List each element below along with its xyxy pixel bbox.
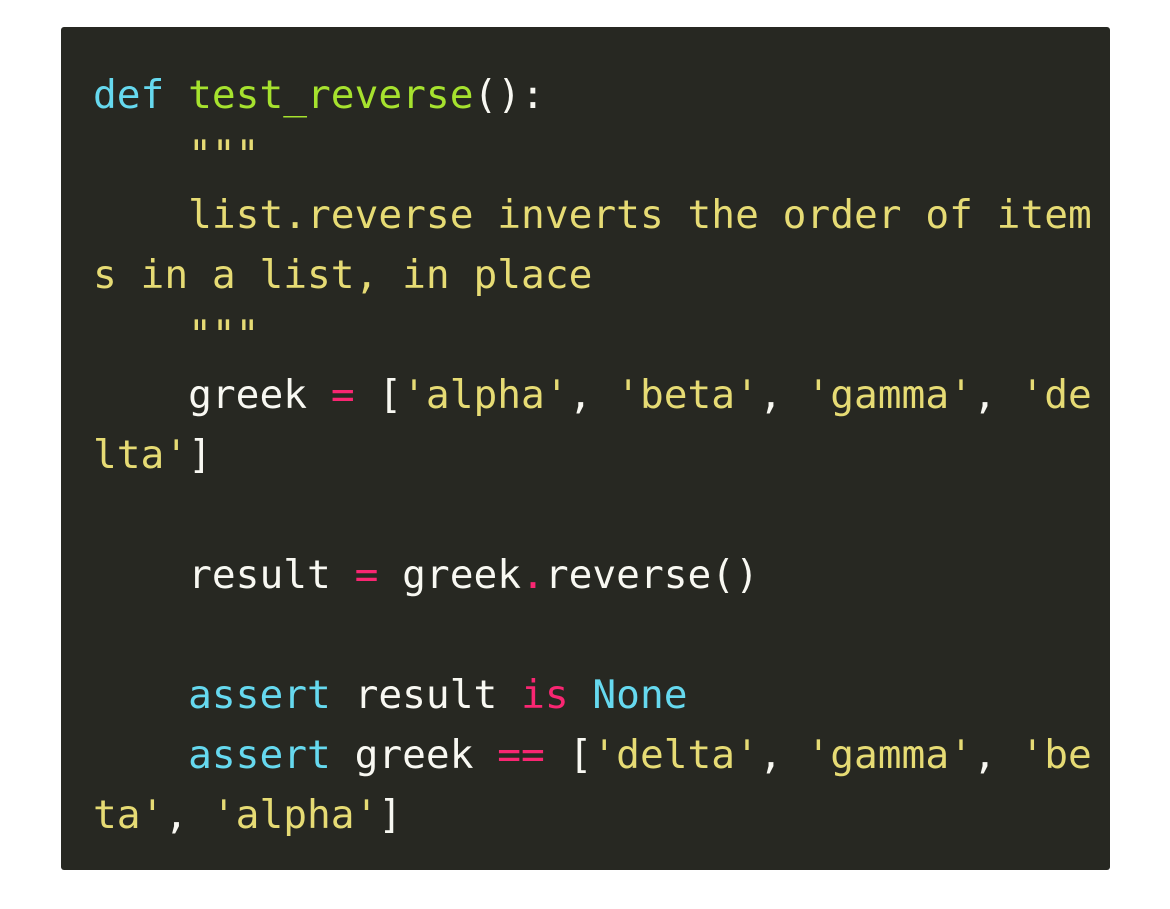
code-token: 'alpha' <box>211 792 379 838</box>
code-token: 'delta' <box>592 732 759 778</box>
code-token: , <box>972 372 1021 418</box>
code-token: greek <box>330 732 498 778</box>
code-line: """ <box>93 125 1110 185</box>
code-line: ta', 'alpha'] <box>93 785 1110 845</box>
code-token: greek <box>378 552 522 598</box>
code-token: ta' <box>93 792 165 838</box>
code-token: == <box>497 732 545 778</box>
code-token: 'beta' <box>616 372 759 418</box>
code-token: """ <box>93 132 260 178</box>
code-token: reverse() <box>544 552 759 598</box>
code-token: [ <box>544 732 593 778</box>
code-line: def test_reverse(): <box>93 65 1110 125</box>
code-line: lta'] <box>93 425 1110 485</box>
code-token: = <box>330 372 355 418</box>
code-token: , <box>758 372 807 418</box>
code-token: lta' <box>93 432 189 478</box>
code-line: s in a list, in place <box>93 245 1110 305</box>
code-token: (): <box>473 72 545 118</box>
code-line: assert greek == ['delta', 'gamma', 'be <box>93 725 1110 785</box>
code-line: greek = ['alpha', 'beta', 'gamma', 'de <box>93 365 1110 425</box>
code-token: , <box>568 372 617 418</box>
code-token: 'de <box>1020 372 1092 418</box>
code-token: , <box>758 732 807 778</box>
code-token: 'gamma' <box>806 732 973 778</box>
code-token: list.reverse inverts the order of item <box>93 192 1092 238</box>
code-token: result <box>93 552 355 598</box>
code-token: 'be <box>1020 732 1092 778</box>
code-token: 'alpha' <box>402 372 569 418</box>
code-block: def test_reverse(): """ list.reverse inv… <box>61 27 1110 870</box>
code-token: ] <box>188 432 212 478</box>
code-line: result = greek.reverse() <box>93 545 1110 605</box>
code-line: """ <box>93 305 1110 365</box>
code-token: s in a list, in place <box>93 252 593 298</box>
code-token: def <box>93 72 165 118</box>
code-token: greek <box>93 372 331 418</box>
code-token: ] <box>378 792 403 838</box>
code-token: is <box>521 672 569 718</box>
code-token: , <box>164 792 212 838</box>
code-line: assert result is None <box>93 665 1110 725</box>
code-token: = <box>354 552 379 598</box>
code-token: , <box>972 732 1021 778</box>
code-lines: def test_reverse(): """ list.reverse inv… <box>93 65 1110 845</box>
code-token: test_reverse <box>188 72 474 118</box>
code-token: result <box>330 672 522 718</box>
code-token: [ <box>354 372 403 418</box>
code-token: """ <box>93 312 260 358</box>
code-token: assert <box>188 672 331 718</box>
code-token: 'gamma' <box>806 372 973 418</box>
code-token: assert <box>188 732 331 778</box>
code-line: list.reverse inverts the order of item <box>93 185 1110 245</box>
code-token: None <box>592 672 688 718</box>
code-token: . <box>521 552 545 598</box>
